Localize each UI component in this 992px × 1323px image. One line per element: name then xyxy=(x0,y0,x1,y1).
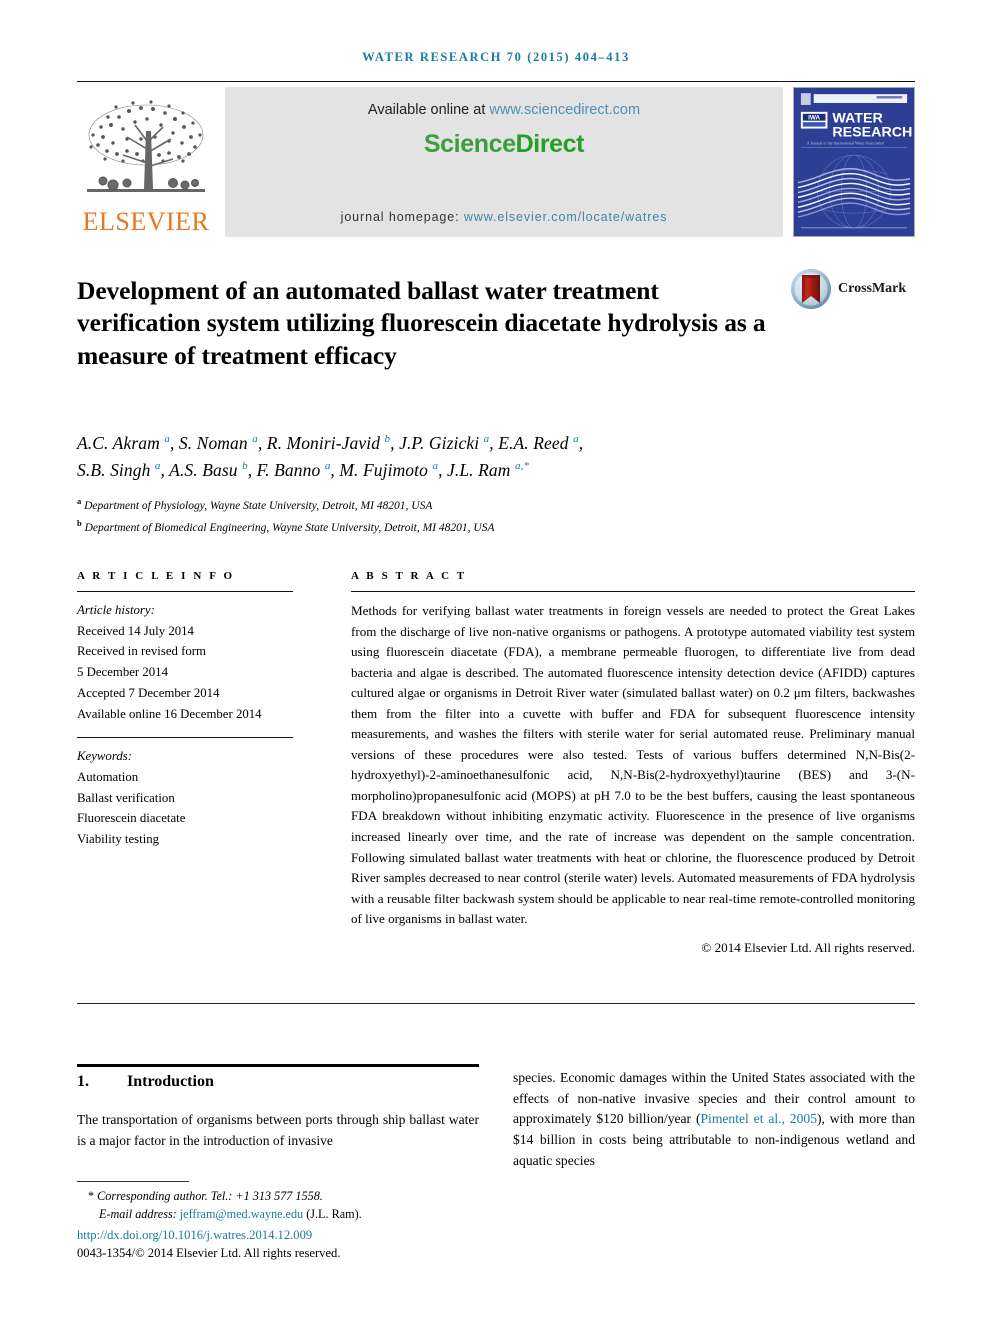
abstract-heading: A B S T R A C T xyxy=(351,570,467,582)
running-head: WATER RESEARCH 70 (2015) 404–413 xyxy=(362,50,630,64)
elsevier-wordmark: ELSEVIER xyxy=(82,207,210,236)
keyword-item: Viability testing xyxy=(77,832,160,847)
footnote-block: * Corresponding author. Tel.: +1 313 577… xyxy=(77,1188,507,1224)
affiliation-marker-a: a xyxy=(77,496,82,506)
history-available-online: Available online 16 December 2014 xyxy=(77,706,262,721)
article-history: Article history: Received 14 July 2014 R… xyxy=(77,600,293,724)
author-line-2: S.B. Singh a, A.S. Basu b, F. Banno a, M… xyxy=(77,459,530,480)
water-research-cover-art: IWA WATER RESEARCH A Journal of the Inte… xyxy=(794,88,914,236)
keywords-rule xyxy=(77,737,293,739)
introduction-number: 1. xyxy=(77,1073,89,1090)
crossmark-label: CrossMark xyxy=(838,281,907,296)
email-line: E-mail address: jeffram@med.wayne.edu (J… xyxy=(77,1206,507,1224)
affiliation-b: b Department of Biomedical Engineering, … xyxy=(77,516,857,538)
abstract-rule xyxy=(351,591,915,592)
sciencedirect-logo-direct: Direct xyxy=(515,130,585,158)
keyword-item: Ballast verification xyxy=(77,790,175,805)
corresponding-author-line: * Corresponding author. Tel.: +1 313 577… xyxy=(77,1188,507,1206)
issn-copyright: 0043-1354/© 2014 Elsevier Ltd. All right… xyxy=(77,1246,341,1260)
article-history-label: Article history: xyxy=(77,603,155,617)
abstract-bottom-rule xyxy=(77,1003,915,1004)
journal-masthead: ELSEVIER Available online at www.science… xyxy=(77,87,915,237)
corresponding-author-text: Corresponding author. Tel.: +1 313 577 1… xyxy=(97,1189,323,1203)
available-online-line: Available online at www.sciencedirect.co… xyxy=(225,102,783,118)
elsevier-tree-icon xyxy=(87,100,205,192)
elsevier-logo: ELSEVIER xyxy=(77,87,215,237)
svg-text:RESEARCH: RESEARCH xyxy=(832,124,912,140)
svg-text:A Journal of the International: A Journal of the International Water Ass… xyxy=(807,140,884,145)
crossmark-icon xyxy=(791,269,831,309)
keywords-block: Keywords: Automation Ballast verificatio… xyxy=(77,746,293,850)
article-info-rule xyxy=(77,591,293,592)
history-revised-label: Received in revised form xyxy=(77,644,206,659)
corresponding-marker: * xyxy=(88,1189,95,1203)
email-attribution: (J.L. Ram). xyxy=(303,1206,362,1221)
journal-cover-image: IWA WATER RESEARCH A Journal of the Inte… xyxy=(793,87,915,237)
introduction-title: Introduction xyxy=(127,1073,214,1090)
author-line-1: A.C. Akram a, S. Noman a, R. Moniri-Javi… xyxy=(77,433,584,453)
sciencedirect-logo[interactable]: ScienceDirect xyxy=(225,130,783,159)
crossmark-badge[interactable]: CrossMark xyxy=(790,266,920,312)
abstract-copyright: © 2014 Elsevier Ltd. All rights reserved… xyxy=(701,939,915,955)
doi-link[interactable]: http://dx.doi.org/10.1016/j.watres.2014.… xyxy=(77,1228,507,1243)
history-received: Received 14 July 2014 xyxy=(77,623,194,638)
journal-homepage-link[interactable]: www.elsevier.com/locate/watres xyxy=(464,210,667,224)
affiliation-list: a Department of Physiology, Wayne State … xyxy=(77,494,857,538)
article-info-heading: A R T I C L E I N F O xyxy=(77,570,235,582)
abstract-block: A B S T R A C T Methods for verifying ba… xyxy=(351,570,915,956)
citation-link[interactable]: Pimentel et al., 2005 xyxy=(700,1111,817,1126)
masthead-top-rule xyxy=(77,81,915,82)
introduction-column-right: species. Economic damages within the Uni… xyxy=(513,1068,915,1171)
available-online-prefix: Available online at xyxy=(367,102,490,118)
author-list: A.C. Akram a, S. Noman a, R. Moniri-Javi… xyxy=(77,430,857,483)
introduction-rule xyxy=(77,1064,479,1067)
keyword-item: Automation xyxy=(77,770,139,785)
page-title: Development of an automated ballast wate… xyxy=(77,276,766,370)
introduction-heading: 1. Introduction xyxy=(77,1073,479,1091)
sciencedirect-band: Available online at www.sciencedirect.co… xyxy=(225,87,783,237)
affiliation-a: a Department of Physiology, Wayne State … xyxy=(77,494,857,516)
email-label: E-mail address: xyxy=(99,1206,180,1221)
email-link[interactable]: jeffram@med.wayne.edu xyxy=(180,1207,303,1221)
journal-homepage-line: journal homepage: www.elsevier.com/locat… xyxy=(225,210,783,224)
svg-text:IWA: IWA xyxy=(808,115,820,122)
article-info-block: A R T I C L E I N F O Article history: R… xyxy=(77,570,293,850)
introduction-column-left: The transportation of organisms between … xyxy=(77,1112,479,1148)
journal-homepage-prefix: journal homepage: xyxy=(340,210,464,224)
keyword-item: Fluorescein diacetate xyxy=(77,811,186,826)
history-accepted: Accepted 7 December 2014 xyxy=(77,685,220,700)
sciencedirect-logo-science: Science xyxy=(423,130,516,158)
affiliation-marker-b: b xyxy=(77,517,82,528)
sciencedirect-link[interactable]: www.sciencedirect.com xyxy=(489,102,640,118)
article-page: WATER RESEARCH 70 (2015) 404–413 ELSEVIE… xyxy=(0,0,992,1323)
footnote-rule xyxy=(77,1181,189,1182)
keywords-label: Keywords: xyxy=(77,749,132,764)
affiliation-text-b: Department of Biomedical Engineering, Wa… xyxy=(84,521,495,534)
history-revised-date: 5 December 2014 xyxy=(77,665,168,680)
abstract-text: Methods for verifying ballast water trea… xyxy=(351,603,915,927)
affiliation-text-a: Department of Physiology, Wayne State Un… xyxy=(84,499,433,512)
